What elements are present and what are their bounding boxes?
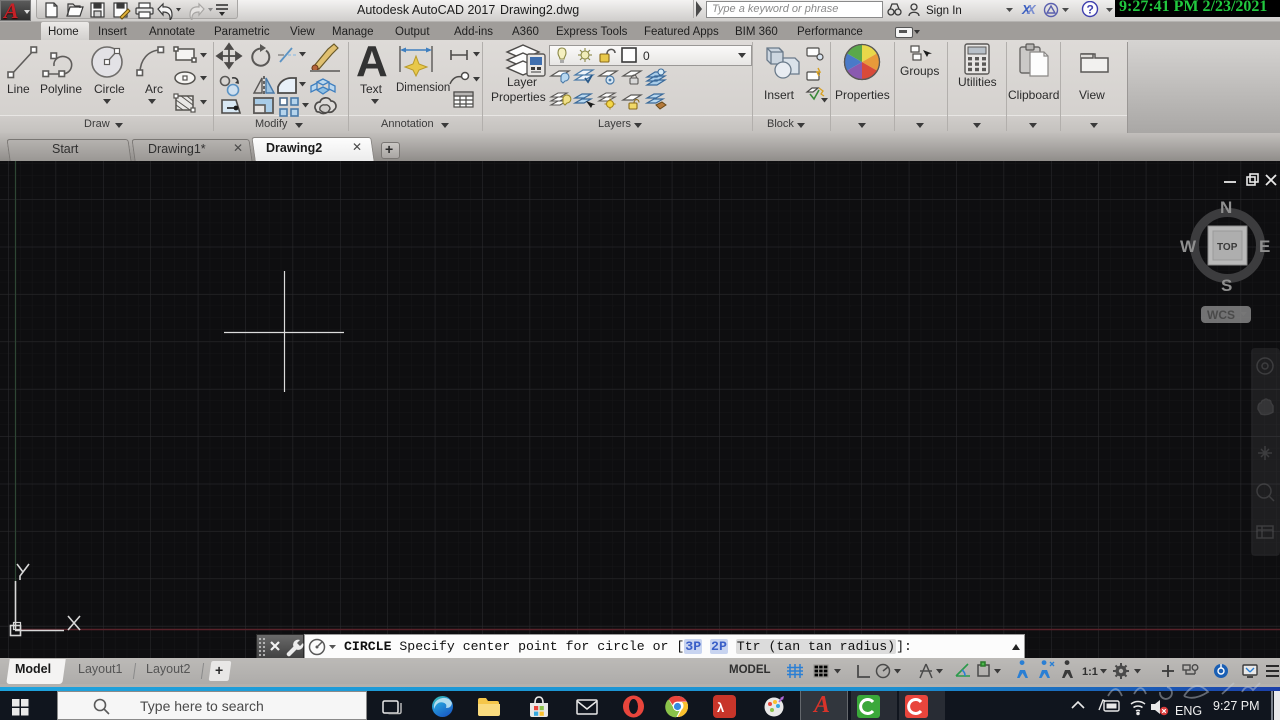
svg-text:N: N <box>1220 198 1232 217</box>
svg-text:TOP: TOP <box>1217 242 1238 253</box>
svg-text:S: S <box>1221 276 1232 295</box>
svg-text:?: ? <box>1087 3 1094 17</box>
svg-text:E: E <box>1259 237 1270 256</box>
svg-text:WCS: WCS <box>1207 308 1235 322</box>
svg-text:W: W <box>1180 237 1197 256</box>
svg-text:1:1: 1:1 <box>1082 666 1098 678</box>
svg-text:λ: λ <box>717 700 725 715</box>
svg-text:Sign In: Sign In <box>926 5 962 17</box>
svg-text:X: X <box>1026 2 1037 17</box>
svg-text:0: 0 <box>643 49 650 63</box>
svg-text:ENG: ENG <box>1175 704 1202 718</box>
